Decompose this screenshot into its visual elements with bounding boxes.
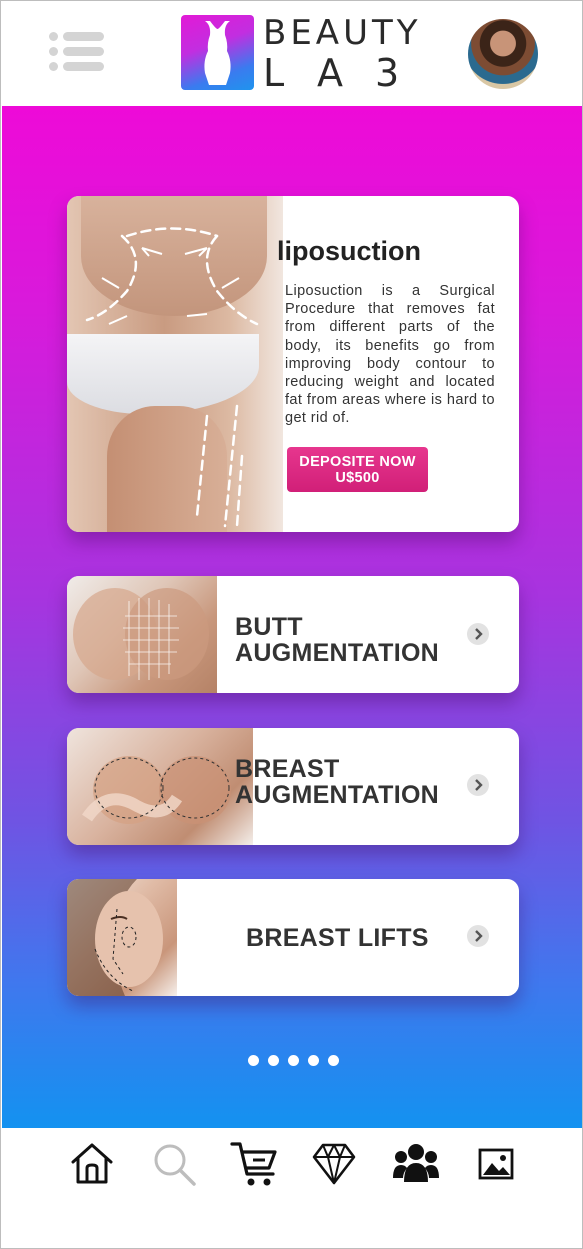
page-dot[interactable] <box>268 1055 279 1066</box>
logo-mark <box>181 15 254 90</box>
liposuction-image <box>67 196 283 532</box>
page-dot[interactable] <box>288 1055 299 1066</box>
group-icon <box>393 1144 439 1182</box>
image-icon <box>478 1148 514 1180</box>
breast-lifts-image <box>67 879 177 996</box>
deposit-button-price: U$500 <box>335 470 380 486</box>
page-dot[interactable] <box>308 1055 319 1066</box>
nav-diamond[interactable] <box>310 1140 370 1200</box>
page-dot[interactable] <box>248 1055 259 1066</box>
butt-augmentation-card[interactable]: BUTT AUGMENTATION <box>67 576 519 693</box>
page-dot[interactable] <box>328 1055 339 1066</box>
brand-name-line1: BEAUTY <box>263 13 422 53</box>
chevron-right-icon[interactable] <box>467 623 489 645</box>
pagination-dots <box>248 1055 348 1067</box>
service-title: BREAST AUGMENTATION <box>235 755 440 809</box>
nav-gallery[interactable] <box>478 1148 538 1208</box>
app-frame: BEAUTY LA3 liposuction Liposuction is a … <box>0 0 583 1249</box>
nav-search[interactable] <box>152 1142 212 1202</box>
app-header: BEAUTY LA3 <box>2 2 582 106</box>
brand-logo[interactable]: BEAUTY LA3 <box>181 15 418 93</box>
nav-group[interactable] <box>392 1140 452 1200</box>
list-menu-icon <box>46 32 104 41</box>
cart-icon <box>230 1142 277 1186</box>
chevron-right-icon[interactable] <box>467 925 489 947</box>
menu-button[interactable] <box>46 32 106 74</box>
deposit-now-button[interactable]: DEPOSITE NOW U$500 <box>287 447 428 492</box>
breast-lifts-card[interactable]: BREAST LIFTS <box>67 879 519 996</box>
diamond-icon <box>312 1143 356 1185</box>
service-title: BREAST LIFTS <box>246 924 429 952</box>
user-avatar[interactable] <box>468 19 538 89</box>
nav-home[interactable] <box>68 1140 128 1200</box>
search-icon <box>154 1144 196 1186</box>
main-content: liposuction Liposuction is a Surgical Pr… <box>2 106 582 1128</box>
hero-description: Liposuction is a Surgical Procedure that… <box>285 283 495 427</box>
brand-name-line2: LA3 <box>263 51 432 95</box>
breast-augmentation-image <box>67 728 253 845</box>
torso-icon <box>204 21 231 85</box>
deposit-button-label: DEPOSITE NOW <box>299 454 416 470</box>
service-title: BUTT AUGMENTATION <box>235 613 440 667</box>
liposuction-card[interactable]: liposuction Liposuction is a Surgical Pr… <box>67 196 519 532</box>
bottom-navigation <box>2 1128 582 1248</box>
home-icon <box>71 1143 113 1184</box>
breast-augmentation-card[interactable]: BREAST AUGMENTATION <box>67 728 519 845</box>
butt-augmentation-image <box>67 576 217 693</box>
hero-title: liposuction <box>277 236 421 266</box>
chevron-right-icon[interactable] <box>467 774 489 796</box>
nav-cart[interactable] <box>229 1138 289 1198</box>
